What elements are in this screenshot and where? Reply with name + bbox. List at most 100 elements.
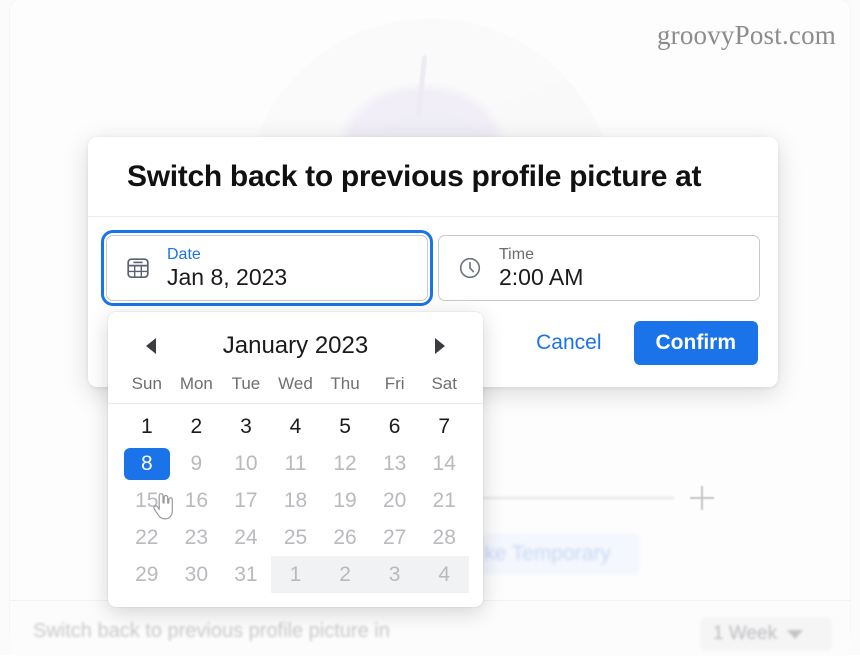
duration-dropdown[interactable]: 1 Week [700,617,832,651]
calendar-day: 24 [221,519,271,556]
calendar-day: 3 [369,556,420,593]
calendar-day-label: 14 [432,451,456,475]
calendar-day-label: 15 [135,488,159,512]
calendar-day-label: 5 [339,414,351,438]
calendar-day-label: 23 [184,525,209,549]
date-picker-popup: January 2023 Sun Mon Tue Wed Thu Fri Sat 12345… [108,312,483,607]
duration-dropdown-value: 1 Week [713,623,778,644]
calendar-day: 20 [370,482,420,519]
calendar-day-label: 24 [234,525,258,549]
time-field-text: Time 2:00 AM [499,246,583,291]
cancel-button[interactable]: Cancel [532,325,605,361]
chevron-right-icon [434,338,445,354]
plus-icon[interactable] [690,486,714,510]
dialog-fields-row: Date Jan 8, 2023 Time 2:00 AM [88,217,778,306]
calendar-day-label: 16 [184,488,209,512]
calendar-day-label: 31 [234,562,258,586]
calendar-weekday-sun: Sun [131,374,162,393]
calendar-day: 31 [221,556,271,593]
calendar-day[interactable]: 1 [122,408,172,445]
time-field-value: 2:00 AM [499,263,584,290]
calendar-day: 26 [320,519,370,556]
calendar-icon [124,254,152,282]
calendar-day[interactable]: 4 [271,408,321,445]
date-field-text: Date Jan 8, 2023 [167,246,287,291]
calendar-day[interactable]: 3 [221,408,271,445]
calendar-day[interactable]: 2 [172,408,222,445]
calendar-day[interactable]: 6 [370,408,420,445]
calendar-day: 27 [370,519,420,556]
calendar-day-label: 27 [382,525,407,549]
calendar-weekday-mon: Mon [179,374,213,393]
calendar-day-label: 25 [283,525,308,549]
time-field[interactable]: Time 2:00 AM [438,235,760,301]
calendar-day-label: 9 [190,451,203,475]
calendar-day: 22 [122,519,172,556]
calendar-day-label: 12 [333,451,357,475]
calendar-day: 10 [221,445,271,482]
calendar-next-month-button[interactable] [427,333,453,359]
calendar-day: 2 [320,556,370,593]
date-field-value: Jan 8, 2023 [167,263,288,290]
calendar-prev-month-button[interactable] [138,333,164,359]
switch-back-in-label: Switch back to previous profile picture … [33,620,390,642]
calendar-day-label: 19 [333,488,357,512]
calendar-day-selected[interactable]: 8 [122,445,172,482]
calendar-day-label: 3 [240,414,252,438]
calendar-day-label: 26 [333,525,357,549]
date-field-label: Date [167,245,201,263]
calendar-day-label: 21 [432,488,456,512]
calendar-nav: January 2023 [108,324,483,364]
calendar-day-label: 22 [135,525,159,549]
calendar-weekday-header: Sun Mon Tue Wed Thu Fri Sat [108,364,483,404]
calendar-weekday-fri: Fri [384,374,405,393]
confirm-button[interactable]: Confirm [633,321,758,365]
calendar-day-label: 10 [234,451,258,475]
calendar-day[interactable]: 5 [320,408,370,445]
calendar-day[interactable]: 7 [419,408,469,445]
calendar-day-label: 30 [184,562,209,586]
calendar-weekday-thu: Thu [330,374,360,393]
calendar-day-label: 6 [388,414,401,438]
calendar-day-label: 4 [289,414,302,438]
calendar-day: 28 [419,519,469,556]
calendar-day-grid: 1 2 3 4 5 6 7 8 9 10 11 12 13 14 15 16 17 18 19 20 21 22 23 24 2… [108,404,483,593]
chevron-left-icon [146,338,156,354]
helmet-stripe [415,54,428,118]
calendar-day: 12 [320,445,370,482]
calendar-day-label: 3 [388,562,401,586]
calendar-day-label: 2 [190,414,203,438]
calendar-day: 25 [271,519,321,556]
calendar-day: 1 [270,556,321,593]
calendar-day: 29 [122,556,172,593]
calendar-day-label: 1 [289,562,302,586]
calendar-day: 14 [419,445,469,482]
calendar-day: 9 [172,445,222,482]
calendar-day-label: 13 [382,451,407,475]
date-field[interactable]: Date Jan 8, 2023 [101,230,433,306]
clock-icon [456,254,484,282]
calendar-day: 16 [172,482,222,519]
calendar-day: 19 [320,482,370,519]
chevron-down-icon [787,629,804,639]
calendar-day-label: 2 [339,562,351,586]
site-watermark: groovyPost.com [656,20,836,50]
calendar-weekday-wed: Wed [278,374,313,393]
calendar-day-label: 17 [234,488,258,512]
calendar-day-label: 1 [140,414,153,438]
calendar-day: 15 [122,482,172,519]
calendar-day: 4 [419,556,469,593]
calendar-day-label: 28 [432,525,456,549]
calendar-day-label: 18 [283,488,308,512]
calendar-weekday-tue: Tue [231,374,261,393]
calendar-day: 11 [271,445,321,482]
calendar-day: 17 [221,482,271,519]
time-field-label: Time [499,245,534,263]
calendar-day: 23 [172,519,222,556]
calendar-day-label: 11 [284,451,307,475]
calendar-day-label: 4 [438,562,451,586]
calendar-day: 13 [370,445,420,482]
dialog-header: Switch back to previous profile picture … [88,137,778,217]
calendar-day-label: 8 [123,447,170,480]
calendar-day: 18 [271,482,321,519]
